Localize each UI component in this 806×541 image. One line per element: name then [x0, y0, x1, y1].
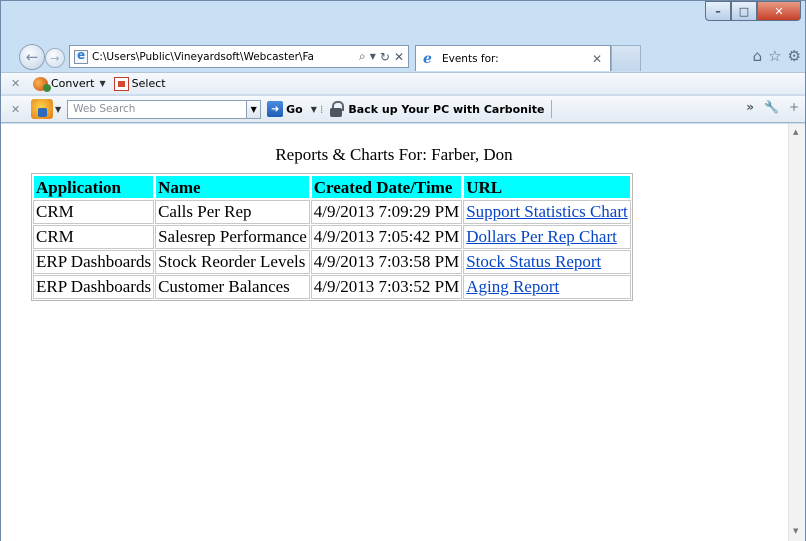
- toolbar-overflow-button[interactable]: »: [746, 100, 754, 114]
- scroll-up-icon[interactable]: ▲: [793, 128, 798, 136]
- select-label: Select: [131, 77, 166, 90]
- select-icon: [113, 76, 129, 91]
- go-button[interactable]: ➜ Go: [267, 101, 303, 117]
- stop-icon[interactable]: ✕: [394, 50, 404, 64]
- vertical-scrollbar[interactable]: ▲ ▼: [788, 124, 805, 541]
- chevron-down-icon[interactable]: ▼: [55, 105, 61, 114]
- forward-button[interactable]: →: [45, 48, 65, 68]
- table-row: CRM Calls Per Rep 4/9/2013 7:09:29 PM Su…: [33, 200, 631, 224]
- report-link[interactable]: Support Statistics Chart: [466, 202, 628, 221]
- report-link[interactable]: Stock Status Report: [466, 252, 601, 271]
- close-toolbar-icon[interactable]: ✕: [11, 77, 25, 90]
- wrench-icon[interactable]: 🔧: [764, 100, 779, 114]
- window-controls: – □ ✕: [705, 1, 801, 21]
- cell-name: Stock Reorder Levels: [155, 250, 310, 274]
- navigation-bar: ← → C:\Users\Public\Vineyardsoft\Webcast…: [1, 41, 806, 71]
- cell-url: Support Statistics Chart: [463, 200, 631, 224]
- lock-icon: [329, 101, 345, 117]
- close-window-button[interactable]: ✕: [757, 1, 801, 21]
- cell-application: ERP Dashboards: [33, 275, 155, 299]
- cell-name: Salesrep Performance: [155, 225, 310, 249]
- page-content: Reports & Charts For: Farber, Don Applic…: [1, 124, 805, 541]
- cell-created: 4/9/2013 7:05:42 PM: [310, 225, 463, 249]
- back-button[interactable]: ←: [19, 44, 45, 70]
- add-icon[interactable]: +: [789, 100, 799, 114]
- table-header-row: Application Name Created Date/Time URL: [33, 175, 631, 199]
- gear-icon[interactable]: ⚙: [788, 47, 801, 65]
- reports-table: Application Name Created Date/Time URL C…: [31, 173, 633, 301]
- favorites-star-icon[interactable]: ☆: [768, 47, 781, 65]
- carbonite-link[interactable]: Back up Your PC with Carbonite: [348, 103, 544, 116]
- close-tab-icon[interactable]: ✕: [592, 52, 610, 66]
- refresh-icon[interactable]: ↻: [380, 50, 390, 64]
- cell-created: 4/9/2013 7:03:58 PM: [310, 250, 463, 274]
- cell-url: Dollars Per Rep Chart: [463, 225, 631, 249]
- cell-application: CRM: [33, 200, 155, 224]
- page-icon: [74, 48, 88, 64]
- forward-arrow-icon: →: [50, 51, 60, 65]
- address-text[interactable]: C:\Users\Public\Vineyardsoft\Webcaster\F…: [92, 51, 359, 63]
- cell-created: 4/9/2013 7:03:52 PM: [310, 275, 463, 299]
- browser-window: – □ ✕ ← → C:\Users\Public\Vineyardsoft\W…: [0, 0, 806, 541]
- column-header-name: Name: [155, 175, 310, 199]
- tab-events[interactable]: e Events for: ✕: [415, 45, 611, 71]
- tab-title: Events for:: [442, 52, 499, 65]
- ie-icon: e: [423, 50, 432, 67]
- column-header-created: Created Date/Time: [310, 175, 463, 199]
- cell-application: ERP Dashboards: [33, 250, 155, 274]
- cell-name: Calls Per Rep: [155, 200, 310, 224]
- chevron-down-icon: ▼: [99, 79, 106, 88]
- dropdown-icon[interactable]: ▼: [370, 52, 376, 61]
- search-placeholder: Web Search: [73, 103, 136, 115]
- separator-icon: ⁞: [319, 102, 324, 116]
- toolbar-separator: [550, 100, 552, 118]
- go-label: Go: [286, 102, 303, 116]
- back-arrow-icon: ←: [25, 48, 39, 66]
- report-link[interactable]: Aging Report: [466, 277, 559, 296]
- toolbar-logo-icon[interactable]: [31, 99, 53, 119]
- cell-name: Customer Balances: [155, 275, 310, 299]
- table-row: CRM Salesrep Performance 4/9/2013 7:05:4…: [33, 225, 631, 249]
- scroll-down-icon[interactable]: ▼: [793, 527, 798, 535]
- select-button[interactable]: Select: [113, 76, 166, 91]
- maximize-button[interactable]: □: [731, 1, 757, 21]
- column-header-application: Application: [33, 175, 155, 199]
- web-search-input[interactable]: Web Search: [67, 99, 248, 119]
- go-arrow-icon: ➜: [267, 101, 284, 117]
- convert-label: Convert: [51, 77, 95, 90]
- search-toolbar: ✕ ▼ Web Search ▼ ➜ Go ▼ ⁞ Back up Your P…: [1, 95, 805, 123]
- search-icon[interactable]: ⌕: [359, 49, 366, 64]
- report-link[interactable]: Dollars Per Rep Chart: [466, 227, 617, 246]
- convert-button[interactable]: Convert ▼: [33, 76, 106, 92]
- table-row: ERP Dashboards Customer Balances 4/9/201…: [33, 275, 631, 299]
- home-icon[interactable]: ⌂: [753, 47, 763, 65]
- close-toolbar-icon[interactable]: ✕: [11, 103, 25, 116]
- minimize-button[interactable]: –: [705, 1, 731, 21]
- column-header-url: URL: [463, 175, 631, 199]
- cell-application: CRM: [33, 225, 155, 249]
- address-bar[interactable]: C:\Users\Public\Vineyardsoft\Webcaster\F…: [69, 45, 409, 68]
- convert-icon: [33, 76, 51, 92]
- cell-url: Stock Status Report: [463, 250, 631, 274]
- search-dropdown-button[interactable]: ▼: [247, 99, 262, 119]
- table-row: ERP Dashboards Stock Reorder Levels 4/9/…: [33, 250, 631, 274]
- page-title: Reports & Charts For: Farber, Don: [275, 145, 513, 164]
- convert-toolbar: ✕ Convert ▼ Select: [1, 72, 805, 94]
- cell-url: Aging Report: [463, 275, 631, 299]
- chevron-down-icon[interactable]: ▼: [311, 105, 317, 114]
- cell-created: 4/9/2013 7:09:29 PM: [310, 200, 463, 224]
- new-tab-button[interactable]: [611, 45, 641, 71]
